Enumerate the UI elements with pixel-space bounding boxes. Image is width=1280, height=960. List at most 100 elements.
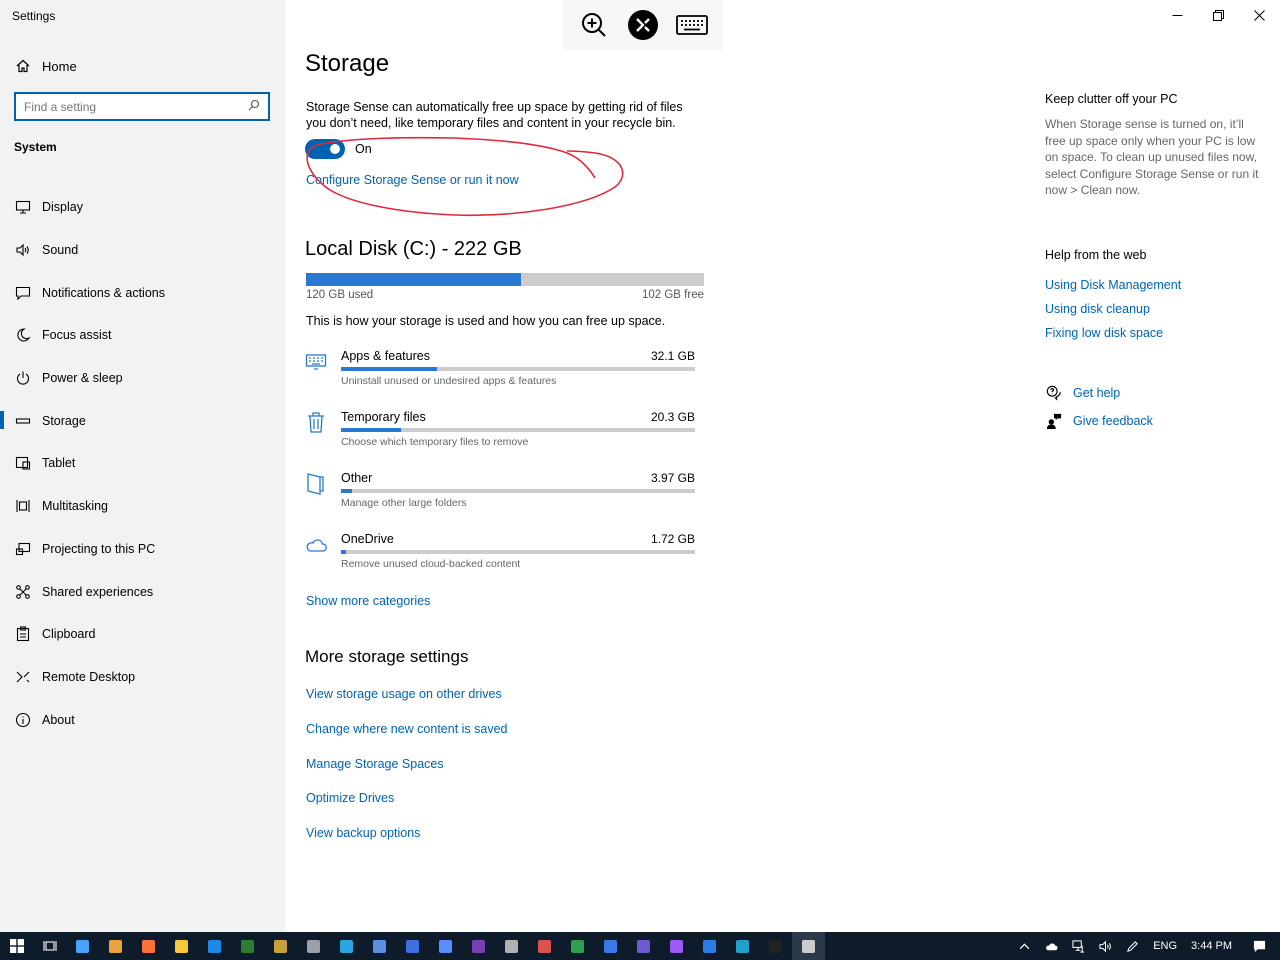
sidebar-item-storage[interactable]: Storage [0, 399, 285, 442]
task-view-button[interactable] [33, 932, 66, 960]
view-storage-other-drives-link[interactable]: View storage usage on other drives [306, 687, 502, 701]
task-view-icon [42, 941, 57, 951]
sidebar-item-projecting[interactable]: Projecting to this PC [0, 528, 285, 571]
taskbar-app-button[interactable] [396, 932, 429, 960]
cloud-icon [305, 532, 327, 556]
taskbar-app-button[interactable] [462, 932, 495, 960]
app-icon [802, 939, 815, 953]
pen-tray-button[interactable] [1119, 940, 1146, 953]
search-icon[interactable] [248, 98, 260, 116]
sidebar-item-notifications[interactable]: Notifications & actions [0, 271, 285, 314]
taskbar-app-button[interactable] [759, 932, 792, 960]
taskbar-app-button[interactable] [528, 932, 561, 960]
app-icon [538, 939, 551, 953]
sidebar-item-label: Notifications & actions [42, 285, 165, 300]
clock[interactable]: 3:44 PM [1184, 940, 1239, 952]
close-button[interactable] [1239, 0, 1280, 30]
taskbar-app-button[interactable] [627, 932, 660, 960]
taskbar-app-button[interactable] [297, 932, 330, 960]
shared-icon [14, 583, 32, 601]
taskbar-app-button[interactable] [99, 932, 132, 960]
notification-icon [1253, 940, 1266, 952]
sidebar-item-remote-desktop[interactable]: Remote Desktop [0, 656, 285, 699]
taskbar-app-button[interactable] [726, 932, 759, 960]
search-input[interactable] [24, 99, 248, 114]
sidebar-item-home[interactable]: Home [0, 52, 285, 80]
taskbar-app-button[interactable] [363, 932, 396, 960]
apps-icon [305, 349, 327, 373]
language-indicator[interactable]: ENG [1146, 940, 1184, 952]
volume-tray-button[interactable] [1092, 940, 1119, 953]
onedrive-tray-button[interactable] [1038, 940, 1065, 953]
taskbar-app-button[interactable] [561, 932, 594, 960]
sidebar-item-label: Sound [42, 243, 79, 258]
taskbar-app-button[interactable] [660, 932, 693, 960]
configure-storage-sense-link[interactable]: Configure Storage Sense or run it now [306, 173, 519, 187]
system-tray: ENG 3:44 PM [1011, 932, 1280, 960]
storage-sense-toggle[interactable]: On [305, 139, 372, 159]
taskbar-app-button[interactable] [693, 932, 726, 960]
restore-button[interactable] [1198, 0, 1239, 30]
app-icon [109, 939, 122, 953]
app-icon [175, 939, 188, 953]
app-icon [439, 939, 452, 953]
category-apps-features[interactable]: Apps & features 32.1 GB Uninstall unused… [305, 349, 697, 401]
home-icon [14, 57, 32, 75]
disk-management-link[interactable]: Using Disk Management [1045, 278, 1181, 292]
app-icon [703, 939, 716, 953]
category-bar [341, 489, 695, 493]
page-title: Storage [305, 50, 390, 77]
help-web-heading: Help from the web [1045, 248, 1147, 262]
search-field[interactable] [14, 92, 270, 121]
toggle-switch[interactable] [305, 139, 345, 159]
show-more-categories-link[interactable]: Show more categories [306, 594, 430, 608]
taskbar-app-button[interactable] [495, 932, 528, 960]
give-feedback-link[interactable]: Give feedback [1045, 412, 1153, 430]
category-temporary-files[interactable]: Temporary files 20.3 GB Choose which tem… [305, 410, 697, 462]
speaker-icon [14, 241, 32, 259]
clutter-heading: Keep clutter off your PC [1045, 92, 1178, 106]
sidebar-item-shared-experiences[interactable]: Shared experiences [0, 570, 285, 613]
sidebar-item-display[interactable]: Display [0, 186, 285, 229]
tray-overflow-button[interactable] [1011, 940, 1038, 953]
taskbar-app-button[interactable] [66, 932, 99, 960]
app-icon [637, 939, 650, 953]
network-tray-button[interactable] [1065, 939, 1092, 953]
taskbar-app-button[interactable] [198, 932, 231, 960]
optimize-drives-link[interactable]: Optimize Drives [306, 791, 394, 805]
change-new-content-location-link[interactable]: Change where new content is saved [306, 722, 508, 736]
storage-sense-description: Storage Sense can automatically free up … [306, 100, 683, 130]
low-disk-space-link[interactable]: Fixing low disk space [1045, 326, 1163, 340]
minimize-button[interactable] [1157, 0, 1198, 30]
start-button[interactable] [0, 932, 33, 960]
sidebar-item-clipboard[interactable]: Clipboard [0, 613, 285, 656]
taskbar-app-button[interactable] [792, 932, 825, 960]
sidebar-item-multitasking[interactable]: Multitasking [0, 485, 285, 528]
get-help-link[interactable]: Get help [1045, 384, 1120, 402]
sidebar-item-power-sleep[interactable]: Power & sleep [0, 357, 285, 400]
cloud-icon [1046, 943, 1058, 950]
toggle-label: On [355, 142, 372, 156]
action-center-button[interactable] [1239, 940, 1280, 953]
taskbar-app-button[interactable] [132, 932, 165, 960]
sidebar-item-tablet[interactable]: Tablet [0, 442, 285, 485]
manage-storage-spaces-link[interactable]: Manage Storage Spaces [306, 757, 444, 771]
notification-icon [14, 284, 32, 302]
category-onedrive[interactable]: OneDrive 1.72 GB Remove unused cloud-bac… [305, 532, 697, 584]
sidebar-item-sound[interactable]: Sound [0, 229, 285, 272]
taskbar-app-button[interactable] [429, 932, 462, 960]
sidebar-item-about[interactable]: About [0, 698, 285, 741]
chevron-up-icon [1019, 942, 1030, 949]
taskbar-app-button[interactable] [594, 932, 627, 960]
taskbar-app-button[interactable] [264, 932, 297, 960]
sidebar-item-label: Projecting to this PC [42, 541, 156, 556]
category-other[interactable]: Other 3.97 GB Manage other large folders [305, 471, 697, 523]
disk-cleanup-link[interactable]: Using disk cleanup [1045, 302, 1150, 316]
sidebar-item-focus-assist[interactable]: Focus assist [0, 314, 285, 357]
view-backup-options-link[interactable]: View backup options [306, 826, 420, 840]
taskbar-app-button[interactable] [231, 932, 264, 960]
trash-icon [305, 410, 327, 434]
close-icon [1254, 9, 1265, 21]
taskbar-app-button[interactable] [165, 932, 198, 960]
taskbar-app-button[interactable] [330, 932, 363, 960]
